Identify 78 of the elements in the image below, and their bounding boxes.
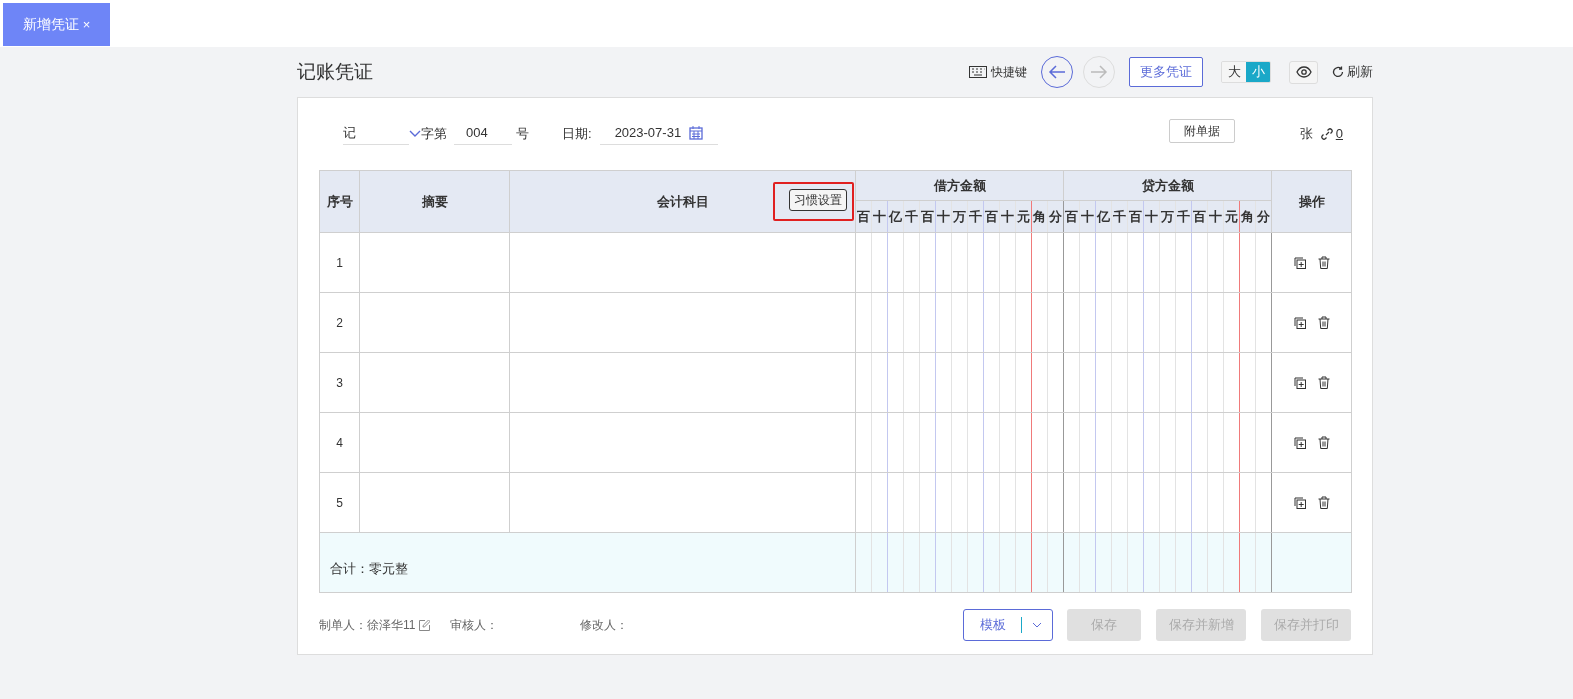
reviewer-label: 审核人： (450, 617, 499, 634)
delete-icon[interactable] (1317, 256, 1330, 269)
word-suffix-label: 字第 (421, 125, 447, 144)
copy-icon[interactable] (1293, 316, 1306, 329)
copy-icon[interactable] (1293, 256, 1306, 269)
digit-header: 十 (1001, 208, 1014, 224)
attachment-count[interactable]: 0 (1335, 124, 1343, 144)
digit-header: 百 (985, 208, 998, 224)
column-header: 操作 (1298, 193, 1325, 209)
number-suffix-label: 号 (516, 125, 529, 144)
column-header: 贷方金额 (1141, 177, 1194, 193)
visibility-button[interactable] (1289, 60, 1318, 84)
digit-header: 千 (905, 208, 918, 224)
refresh-label[interactable]: 刷新 (1347, 62, 1373, 82)
page-title: 记账凭证 (297, 59, 373, 84)
row-number: 5 (336, 495, 343, 510)
edit-icon[interactable] (419, 619, 431, 631)
column-header: 序号 (326, 193, 353, 209)
sheets-label: 张 (1299, 125, 1313, 144)
digit-header: 百 (1065, 208, 1079, 224)
digit-header: 千 (1177, 208, 1191, 224)
column-header: 摘要 (421, 193, 448, 209)
column-header: 会计科目 (656, 193, 709, 209)
digit-header: 百 (921, 208, 934, 224)
maker-name: 徐泽华11 (367, 617, 416, 634)
copy-icon[interactable] (1293, 496, 1306, 509)
chevron-down-icon[interactable] (409, 130, 421, 138)
copy-icon[interactable] (1293, 436, 1306, 449)
digit-header: 分 (1049, 208, 1063, 224)
date-label: 日期: (562, 125, 592, 144)
template-dropdown[interactable]: 模板 (963, 609, 1053, 641)
digit-header: 十 (873, 208, 886, 224)
keyboard-icon[interactable] (969, 66, 987, 78)
voucher-word-field[interactable]: 记 (343, 122, 409, 146)
digit-header: 十 (1081, 208, 1095, 224)
digit-header: 亿 (889, 208, 902, 224)
digit-header: 百 (857, 208, 870, 224)
digit-header: 十 (937, 208, 950, 224)
eye-icon[interactable] (1295, 66, 1312, 78)
delete-icon[interactable] (1317, 376, 1330, 389)
digit-header: 十 (1209, 208, 1223, 224)
digit-header: 千 (1113, 208, 1127, 224)
date-field[interactable]: 2023-07-31 (599, 122, 718, 146)
digit-header: 万 (953, 208, 966, 224)
row-number: 2 (336, 315, 343, 330)
total-amount-text: 合计：零元整 (330, 560, 408, 576)
column-header: 借方金额 (933, 177, 986, 193)
attach-documents-button[interactable]: 附单据 (1168, 119, 1235, 143)
digit-header: 元 (1017, 208, 1030, 224)
digit-header: 角 (1033, 208, 1046, 224)
digit-header: 角 (1241, 208, 1255, 224)
digit-header: 分 (1257, 208, 1271, 224)
row-number: 1 (336, 255, 343, 270)
settings-button[interactable]: 习惯设置 (789, 189, 847, 211)
digit-header: 千 (969, 208, 982, 224)
shortcut-label[interactable]: 快捷键 (991, 63, 1027, 81)
calendar-icon[interactable] (689, 125, 704, 140)
row-number: 4 (336, 435, 343, 450)
digit-header: 亿 (1097, 208, 1111, 224)
arrow-left-icon[interactable] (1048, 65, 1066, 79)
row-number: 3 (336, 375, 343, 390)
tab-label: 新增凭证 (22, 15, 79, 34)
digit-header: 十 (1145, 208, 1159, 224)
voucher-number-field[interactable]: 004 (454, 122, 512, 146)
link-icon[interactable] (1320, 128, 1333, 140)
digit-header: 元 (1225, 208, 1239, 224)
modifier-label: 修改人： (580, 617, 629, 634)
digit-header: 百 (1129, 208, 1143, 224)
digit-header: 万 (1161, 208, 1175, 224)
more-vouchers-button[interactable]: 更多凭证 (1129, 57, 1203, 87)
refresh-icon[interactable] (1332, 66, 1344, 78)
delete-icon[interactable] (1317, 496, 1330, 509)
maker-label: 制单人： (319, 617, 367, 634)
digit-header: 百 (1193, 208, 1207, 224)
delete-icon[interactable] (1317, 436, 1330, 449)
copy-icon[interactable] (1293, 376, 1306, 389)
delete-icon[interactable] (1317, 316, 1330, 329)
chevron-down-icon[interactable] (1032, 622, 1042, 628)
